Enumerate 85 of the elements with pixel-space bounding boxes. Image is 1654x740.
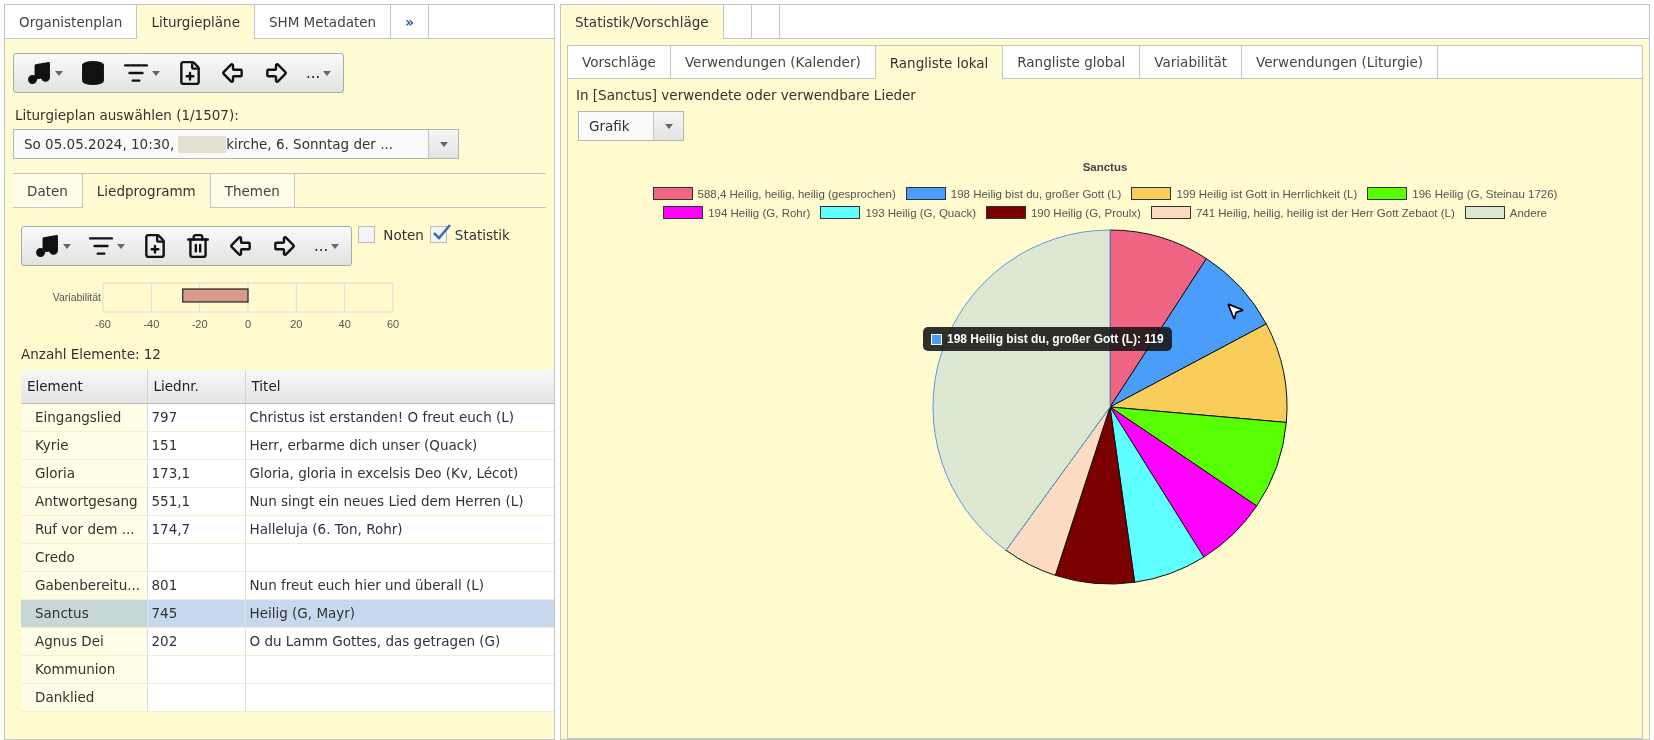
music-note-icon (34, 233, 60, 259)
tab[interactable]: Liturgiepläne (137, 5, 255, 39)
cursor-icon (1225, 301, 1245, 321)
table-cell: Gloria, gloria in excelsis Deo (Kv, Lécot) (245, 459, 554, 487)
tab[interactable]: Daten (13, 174, 83, 207)
chart-title: Sanctus (1081, 161, 1129, 173)
tab[interactable]: Rangliste lokal (875, 46, 1004, 79)
tick-label: 40 (338, 318, 351, 330)
arrow-right-icon (263, 60, 289, 86)
caret-icon (152, 70, 160, 76)
legend-label: 741 Heilig, heilig, heilig ist der Herr Gott Zebaot (L) (1195, 206, 1455, 219)
table-cell: Ruf vor dem ... (21, 515, 147, 543)
table-cell: Christus ist erstanden! O freut euch (L) (245, 403, 554, 431)
trash-icon (185, 233, 211, 259)
caret-icon (439, 141, 448, 147)
caret-icon (63, 243, 71, 249)
table-cell: Halleluja (6. Ton, Rohr) (245, 515, 554, 543)
table-cell: 202 (147, 627, 245, 655)
file-plus-icon (177, 60, 203, 86)
tooltip-text: 198 Heilig bist du, großer Gott (L): 119 (947, 332, 1164, 346)
tab[interactable]: Liedprogramm (82, 174, 211, 208)
tick-label: -60 (95, 318, 111, 330)
arrow-right-icon (271, 233, 297, 259)
table-cell: Herr, erbarme dich unser (Quack) (245, 431, 554, 459)
more-button[interactable]: ... (302, 57, 336, 89)
table-cell: Gabenbereitu... (21, 571, 147, 599)
plan-select[interactable]: So 05.05.2024, 10:30, kirche, 6. Sonntag der ... (13, 129, 459, 159)
column-header[interactable]: Titel (245, 370, 554, 403)
table-cell: Kommunion (21, 655, 147, 683)
file-plus-icon (142, 233, 168, 259)
table-cell: Gloria (21, 459, 147, 487)
checkbox-label: Noten (383, 226, 424, 243)
table-cell: Nun singt ein neues Lied dem Herren (L) (245, 487, 554, 515)
caret-icon (117, 243, 125, 249)
legend-label: 193 Heilig (G, Quack) (865, 206, 976, 219)
more-button[interactable]: ... (310, 230, 344, 262)
caret-icon (331, 243, 340, 249)
checkbox-label: Statistik (454, 226, 510, 243)
caret-icon (323, 70, 332, 76)
table-cell: 174,7 (147, 515, 245, 543)
table-cell: Kyrie (21, 431, 147, 459)
legend-label: 198 Heilig bist du, großer Gott (L) (950, 187, 1122, 200)
legend-label: Andere (1509, 206, 1547, 219)
table-cell: 745 (147, 599, 245, 627)
database-icon (80, 60, 106, 86)
caption: In [Sanctus] verwendete oder verwendbare Lieder (576, 87, 917, 103)
arrow-left-icon (228, 233, 254, 259)
table-cell: 151 (147, 431, 245, 459)
view-select[interactable]: Grafik (578, 111, 684, 141)
tick-label: 20 (290, 318, 303, 330)
legend-label: 194 Heilig (G, Rohr) (708, 206, 811, 219)
table-cell: Heilig (G, Mayr) (245, 599, 554, 627)
legend-label: 199 Heilig ist Gott in Herrlichkeit (L) (1176, 187, 1358, 200)
arrow-left-icon (220, 60, 246, 86)
tick-label: -40 (143, 318, 160, 330)
tick-label: 0 (244, 318, 252, 330)
table-cell: 551,1 (147, 487, 245, 515)
table-cell: 801 (147, 571, 245, 599)
music-note-icon (26, 60, 52, 86)
table-cell: Credo (21, 543, 147, 571)
table-cell: Sanctus (21, 599, 147, 627)
table-cell: Danklied (21, 683, 147, 711)
column-header[interactable]: Liednr. (147, 370, 245, 403)
checkbox[interactable] (358, 226, 376, 243)
caret-icon (664, 123, 673, 129)
field-label: Liturgieplan auswählen (1/1507): (15, 107, 240, 123)
axis-label: Variabilität (52, 291, 101, 303)
column-header[interactable]: Element (21, 370, 147, 403)
table-cell: Nun freut euch hier und überall (L) (245, 571, 554, 599)
tab[interactable]: Themen (210, 174, 295, 207)
tick-label: 60 (386, 318, 400, 330)
tab[interactable]: Statistik/Vorschläge (561, 5, 724, 39)
table-cell: O du Lamm Gottes, das getragen (G) (245, 627, 554, 655)
table-cell: Antwortgesang (21, 487, 147, 515)
legend-label: 190 Heilig (G, Proulx) (1030, 206, 1141, 219)
element-count: Anzahl Elemente: 12 (21, 346, 162, 362)
table-cell: Agnus Dei (21, 627, 147, 655)
caret-icon (55, 70, 63, 76)
table-cell: Eingangslied (21, 403, 147, 431)
legend-label: 196 Heilig (G, Steinau 1726) (1412, 187, 1558, 200)
table-cell: 173,1 (147, 459, 245, 487)
table-cell: 797 (147, 403, 245, 431)
bar (182, 288, 249, 303)
tick-label: -20 (191, 318, 208, 330)
legend-label: 588,4 Heilig, heilig, heilig (gesprochen) (697, 187, 896, 200)
